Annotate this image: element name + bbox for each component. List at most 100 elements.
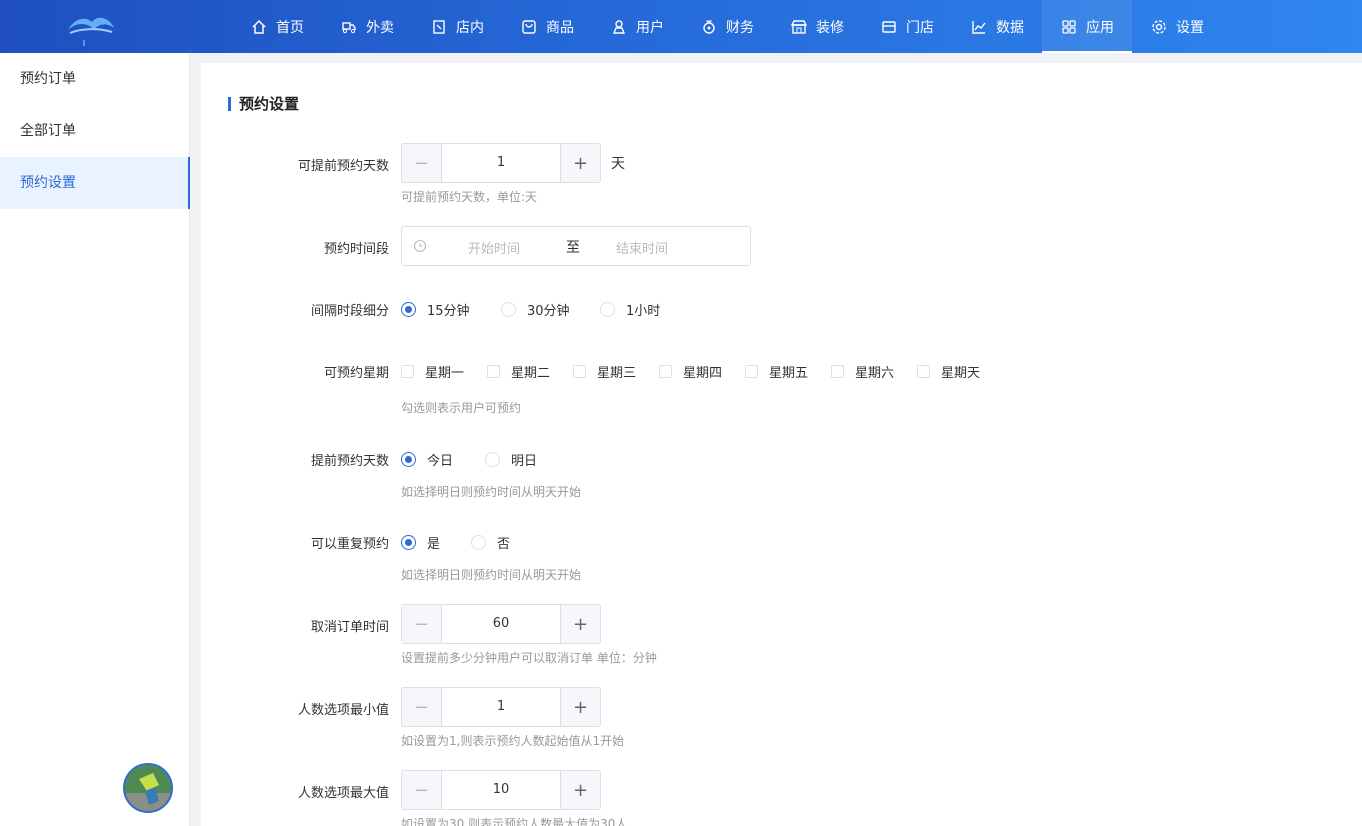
nav-item-home[interactable]: 首页 xyxy=(232,0,322,53)
nav-item-finance[interactable]: 财务 xyxy=(682,0,772,53)
field-hint: 如设置为30,则表示预约人数最大值为30人 xyxy=(401,817,628,826)
home-icon xyxy=(250,18,268,36)
field-hint: 设置提前多少分钟用户可以取消订单 单位：分钟 xyxy=(401,651,657,665)
field-hint: 如选择明日则预约时间从明天开始 xyxy=(401,485,582,499)
checkbox-label: 星期四 xyxy=(683,366,723,381)
sidebar-item-booking-settings[interactable]: 预约设置 xyxy=(0,157,190,209)
user-icon xyxy=(610,18,628,36)
radio-interval-1hour[interactable]: 1小时 xyxy=(600,300,660,319)
nav-item-apps[interactable]: 应用 xyxy=(1042,0,1132,53)
checkbox-label: 星期一 xyxy=(425,366,465,381)
radio-button[interactable] xyxy=(501,302,516,317)
nav-label: 装修 xyxy=(816,19,844,36)
radio-today[interactable]: 今日 xyxy=(401,450,453,469)
nav-item-goods[interactable]: 商品 xyxy=(502,0,592,53)
checkbox-friday[interactable]: 星期五 xyxy=(745,362,808,381)
nav-item-data[interactable]: 数据 xyxy=(952,0,1042,53)
sidebar-item-label: 预约设置 xyxy=(20,175,76,191)
radio-button[interactable] xyxy=(485,452,500,467)
radio-interval-30min[interactable]: 30分钟 xyxy=(501,300,570,319)
nav-label: 应用 xyxy=(1086,19,1114,36)
nav-item-settings[interactable]: 设置 xyxy=(1132,0,1222,53)
radio-label: 是 xyxy=(427,537,441,552)
nav-label: 财务 xyxy=(726,19,754,36)
range-separator: 至 xyxy=(566,240,580,256)
nav-label: 门店 xyxy=(906,19,934,36)
radio-tomorrow[interactable]: 明日 xyxy=(485,450,537,469)
decrement-button[interactable]: − xyxy=(402,771,442,809)
checkbox-monday[interactable]: 星期一 xyxy=(401,362,464,381)
decrement-button[interactable]: − xyxy=(402,688,442,726)
field-label: 提前预约天数 xyxy=(310,454,389,469)
nav-item-delivery[interactable]: 外卖 xyxy=(322,0,412,53)
nav-label: 设置 xyxy=(1176,19,1204,36)
radio-button[interactable] xyxy=(401,535,416,550)
radio-label: 1小时 xyxy=(626,304,661,319)
checkbox[interactable] xyxy=(401,365,414,378)
increment-button[interactable]: + xyxy=(560,771,600,809)
increment-button[interactable]: + xyxy=(560,605,600,643)
radio-button[interactable] xyxy=(401,302,416,317)
checkbox[interactable] xyxy=(831,365,844,378)
checkbox-tuesday[interactable]: 星期二 xyxy=(487,362,550,381)
nav-label: 店内 xyxy=(456,19,484,36)
time-range-picker[interactable]: 开始时间 至 结束时间 xyxy=(401,226,751,266)
max-people-stepper: − 10 + xyxy=(401,770,601,810)
checkbox-saturday[interactable]: 星期六 xyxy=(831,362,894,381)
sidebar-item-label: 预约订单 xyxy=(20,71,76,87)
field-label: 可以重复预约 xyxy=(310,537,389,552)
checkbox[interactable] xyxy=(659,365,672,378)
field-hint: 可提前预约天数，单位:天 xyxy=(401,190,538,204)
chart-icon xyxy=(970,18,988,36)
min-people-input[interactable]: 1 xyxy=(442,688,560,726)
radio-repeat-yes[interactable]: 是 xyxy=(401,533,440,552)
checkbox[interactable] xyxy=(917,365,930,378)
radio-button[interactable] xyxy=(600,302,615,317)
sidebar-item-all-orders[interactable]: 全部订单 xyxy=(0,105,189,157)
advance-days-stepper: − 1 + xyxy=(401,143,601,183)
start-time-input[interactable]: 开始时间 xyxy=(468,238,520,257)
checkbox[interactable] xyxy=(487,365,500,378)
nav-item-decoration[interactable]: 装修 xyxy=(772,0,862,53)
settings-panel: 预约设置 可提前预约天数 − 1 + 天 可提前预约天数，单位:天 预约时间段 … xyxy=(201,63,1362,826)
decrement-button[interactable]: − xyxy=(402,144,442,182)
checkbox[interactable] xyxy=(573,365,586,378)
gear-icon xyxy=(1150,18,1168,36)
sidebar-item-label: 全部订单 xyxy=(20,123,76,139)
goods-icon xyxy=(520,18,538,36)
radio-button[interactable] xyxy=(471,535,486,550)
checkbox-wednesday[interactable]: 星期三 xyxy=(573,362,636,381)
radio-label: 否 xyxy=(497,537,511,552)
delivery-icon xyxy=(340,18,358,36)
radio-label: 今日 xyxy=(427,454,454,469)
nav-item-shop[interactable]: 门店 xyxy=(862,0,952,53)
increment-button[interactable]: + xyxy=(560,688,600,726)
radio-label: 30分钟 xyxy=(527,304,570,319)
advance-days-input[interactable]: 1 xyxy=(442,144,560,182)
cancel-time-input[interactable]: 60 xyxy=(442,605,560,643)
nav-item-store-order[interactable]: 店内 xyxy=(412,0,502,53)
end-time-input[interactable]: 结束时间 xyxy=(616,238,668,257)
field-hint: 如选择明日则预约时间从明天开始 xyxy=(401,568,582,582)
field-label: 间隔时段细分 xyxy=(310,304,389,319)
radio-repeat-no[interactable]: 否 xyxy=(471,533,510,552)
checkbox-label: 星期天 xyxy=(941,366,981,381)
radio-button[interactable] xyxy=(401,452,416,467)
avatar[interactable] xyxy=(123,763,173,813)
field-label: 取消订单时间 xyxy=(310,620,389,635)
cancel-time-stepper: − 60 + xyxy=(401,604,601,644)
checkbox-sunday[interactable]: 星期天 xyxy=(917,362,980,381)
checkbox-thursday[interactable]: 星期四 xyxy=(659,362,722,381)
logo[interactable] xyxy=(60,8,120,48)
checkbox[interactable] xyxy=(745,365,758,378)
field-label: 可提前预约天数 xyxy=(297,159,389,174)
checkbox-label: 星期五 xyxy=(769,366,809,381)
increment-button[interactable]: + xyxy=(560,144,600,182)
finance-icon xyxy=(700,18,718,36)
decrement-button[interactable]: − xyxy=(402,605,442,643)
max-people-input[interactable]: 10 xyxy=(442,771,560,809)
radio-interval-15min[interactable]: 15分钟 xyxy=(401,300,470,319)
nav-item-user[interactable]: 用户 xyxy=(592,0,682,53)
sidebar-item-booking-orders[interactable]: 预约订单 xyxy=(0,53,189,105)
decoration-icon xyxy=(790,18,808,36)
